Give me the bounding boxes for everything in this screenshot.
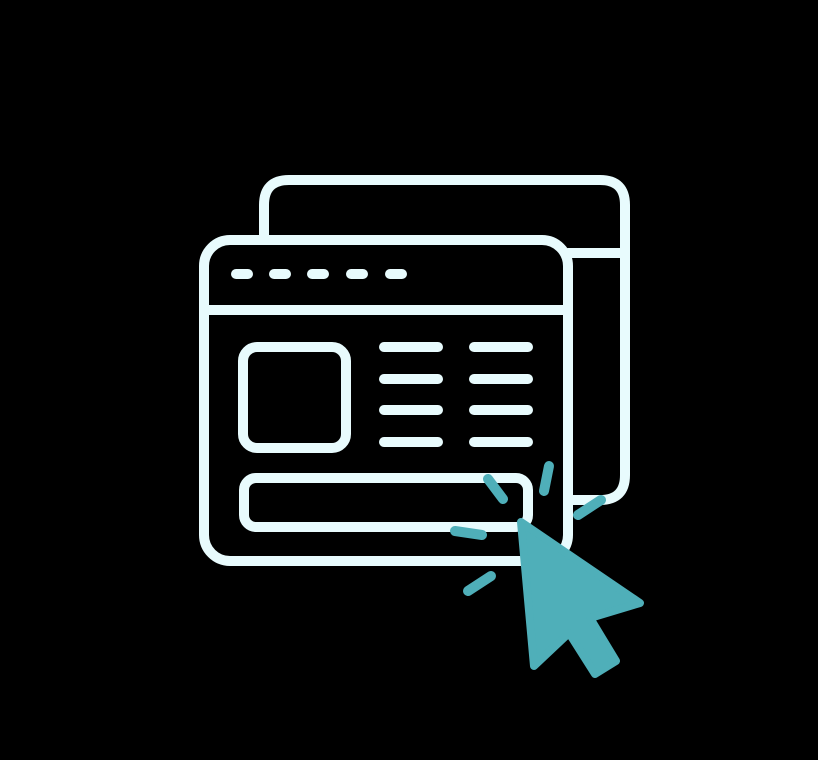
input-field-shape [239, 473, 533, 532]
cursor-arrow-icon [517, 518, 644, 678]
text-lines-right-column [469, 342, 533, 447]
browser-click-illustration [199, 175, 644, 678]
text-lines-left-column [379, 342, 443, 447]
front-window-frame [199, 235, 573, 566]
icon-canvas [0, 0, 818, 760]
front-browser-window-icon [199, 235, 573, 566]
image-placeholder-icon [238, 342, 351, 453]
